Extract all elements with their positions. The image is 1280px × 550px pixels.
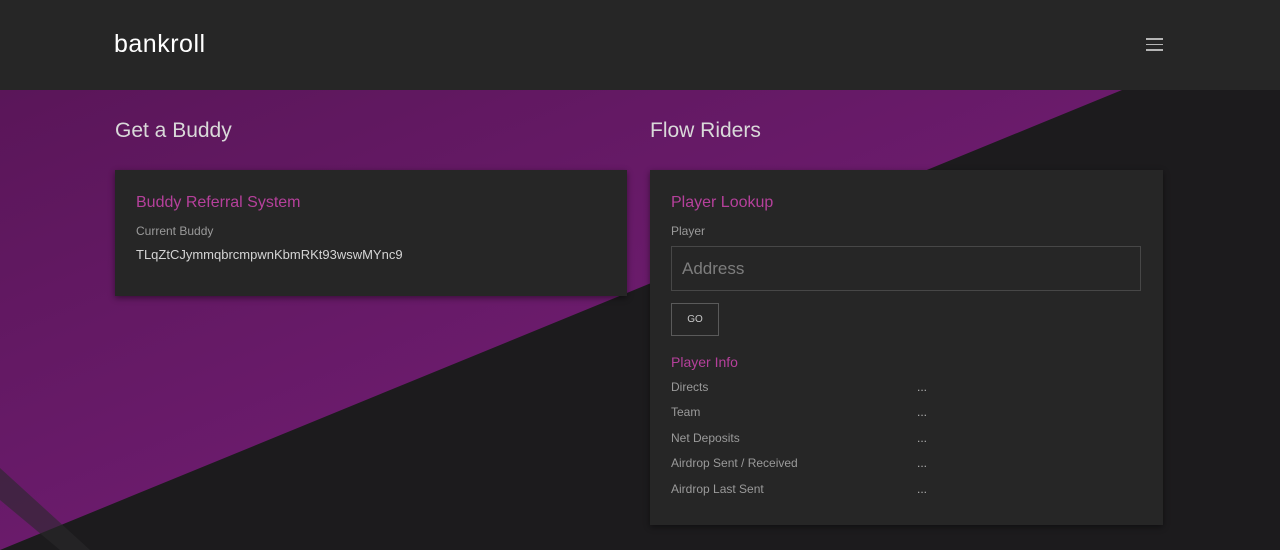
info-value: ... bbox=[917, 431, 928, 445]
current-buddy-value: TLqZtCJymmqbrcmpwnKbmRKt93wswMYnc9 bbox=[136, 247, 403, 262]
menu-bar bbox=[1146, 49, 1163, 51]
info-label: Airdrop Sent / Received bbox=[671, 456, 798, 470]
go-button[interactable]: GO bbox=[671, 303, 719, 336]
info-label: Airdrop Last Sent bbox=[671, 482, 764, 496]
info-value: ... bbox=[917, 380, 928, 394]
card-title: Player Lookup bbox=[671, 194, 774, 211]
flow-riders-heading: Flow Riders bbox=[650, 119, 761, 142]
get-a-buddy-heading: Get a Buddy bbox=[115, 119, 232, 142]
bankroll-logo[interactable]: bankroll bbox=[114, 30, 206, 59]
info-value: ... bbox=[917, 405, 928, 419]
player-lookup-card: Player Lookup Player GO Player Info Dire… bbox=[650, 170, 1163, 525]
address-input[interactable] bbox=[671, 246, 1141, 291]
info-row-directs: Directs ... bbox=[671, 380, 1141, 396]
info-row-team: Team ... bbox=[671, 405, 1141, 421]
player-info-heading: Player Info bbox=[671, 354, 738, 370]
info-label: Team bbox=[671, 405, 701, 419]
menu-bar bbox=[1146, 43, 1163, 45]
info-label: Directs bbox=[671, 380, 709, 394]
menu-bar bbox=[1146, 38, 1163, 40]
info-label: Net Deposits bbox=[671, 431, 740, 445]
current-buddy-label: Current Buddy bbox=[136, 224, 214, 238]
card-title: Buddy Referral System bbox=[136, 194, 301, 211]
player-label: Player bbox=[671, 224, 706, 238]
info-row-net-deposits: Net Deposits ... bbox=[671, 431, 1141, 447]
top-navbar: bankroll bbox=[0, 0, 1280, 90]
info-value: ... bbox=[917, 456, 928, 470]
info-row-airdrop-last-sent: Airdrop Last Sent ... bbox=[671, 482, 1141, 498]
info-value: ... bbox=[917, 482, 928, 496]
buddy-referral-card: Buddy Referral System Current Buddy TLqZ… bbox=[115, 170, 627, 296]
hamburger-menu-icon[interactable] bbox=[1146, 38, 1163, 51]
info-row-airdrop-sent-received: Airdrop Sent / Received ... bbox=[671, 456, 1141, 472]
